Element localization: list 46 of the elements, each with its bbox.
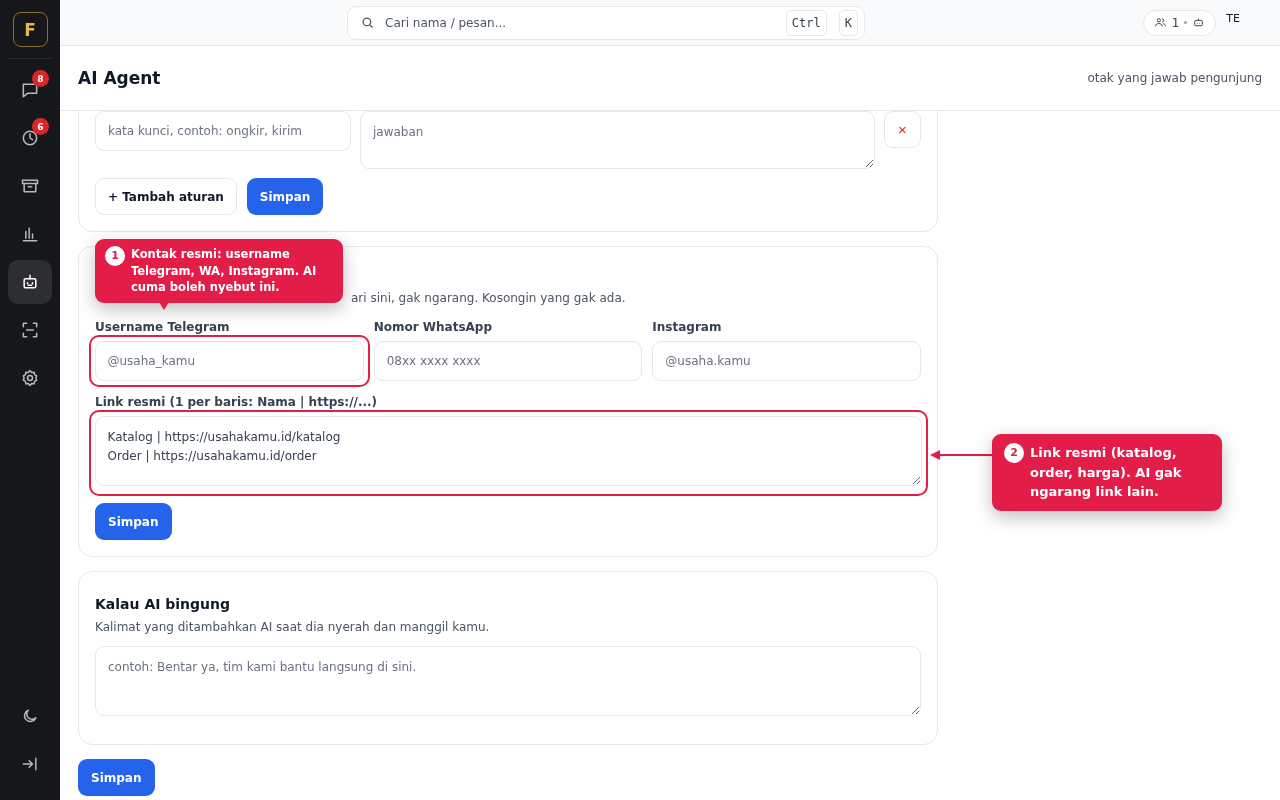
scan-icon — [20, 320, 40, 340]
shortcut-key: Ctrl — [785, 9, 827, 36]
card-description: ari sini, gak ngarang. Kosongin yang gak ada. — [351, 291, 627, 305]
field-label: Instagram — [652, 320, 723, 334]
count-badge: 8 — [32, 70, 49, 87]
save-button[interactable]: Simpan — [95, 503, 172, 540]
clock-icon — [20, 128, 40, 148]
card-description: Kalimat yang ditambahkan AI saat dia nyerah dan manggil kamu. — [95, 620, 491, 634]
keyword-input[interactable]: kata kunci, contoh: ongkir, kirim — [95, 111, 351, 151]
presence-pill[interactable]: 1 — [1142, 9, 1217, 36]
user-initials[interactable]: TE — [1226, 12, 1240, 25]
step-number: 1 — [105, 246, 125, 266]
robot-icon — [1192, 16, 1206, 29]
page-subtitle: otak yang jawab pengunjung — [1087, 71, 1262, 85]
search-icon — [360, 15, 375, 30]
save-button[interactable]: Simpan — [246, 178, 324, 215]
online-count: 1 — [1171, 15, 1180, 30]
text-input[interactable]: 08xx xxxx xxxx — [373, 341, 643, 381]
card-title: Kalau AI bingung — [95, 596, 232, 612]
callout-text: Kontak resmi: username Telegram, WA, Instagram. AI cuma boleh nyebut ini. — [131, 246, 318, 296]
page-title: AI Agent — [78, 68, 161, 88]
links-textarea[interactable]: Katalog | https://usahakamu.id/katalog Order | https://usahakamu.id/order — [94, 415, 922, 486]
field-label: Username Telegram — [95, 320, 231, 334]
callout-text: Link resmi (katalog, order, harga). AI gak ngarang link lain. — [1030, 444, 1183, 501]
answer-textarea[interactable]: jawaban — [360, 111, 875, 169]
field-label: Nomor WhatsApp — [373, 320, 493, 334]
step-number: 2 — [1004, 443, 1024, 463]
remove-rule-button[interactable]: × — [884, 111, 921, 148]
save-button[interactable]: Simpan — [78, 759, 155, 796]
robot-nav-item[interactable] — [8, 260, 52, 304]
field-label: Link resmi (1 per baris: Nama | https://...) — [95, 395, 379, 409]
chat-icon — [20, 80, 40, 100]
clock-nav-item[interactable]: 6 — [8, 116, 52, 160]
count-badge: 6 — [32, 118, 49, 135]
shortcut-key: K — [838, 9, 858, 36]
fallback-textarea[interactable]: contoh: Bentar ya, tim kami bantu langsung di sini. — [95, 646, 921, 716]
add-rule-button[interactable]: + Tambah aturan — [95, 178, 237, 215]
users-icon — [1153, 16, 1167, 29]
search-field[interactable]: Cari nama / pesan... Ctrl K — [347, 5, 865, 40]
text-input[interactable]: @usaha_kamu — [94, 340, 365, 381]
chat-nav-item[interactable]: 8 — [8, 68, 52, 112]
settings-icon — [20, 368, 40, 388]
robot-icon — [20, 272, 40, 292]
text-input[interactable]: @usaha.kamu — [652, 341, 921, 381]
archive-icon — [20, 176, 40, 196]
app-logo[interactable]: F — [12, 12, 48, 47]
